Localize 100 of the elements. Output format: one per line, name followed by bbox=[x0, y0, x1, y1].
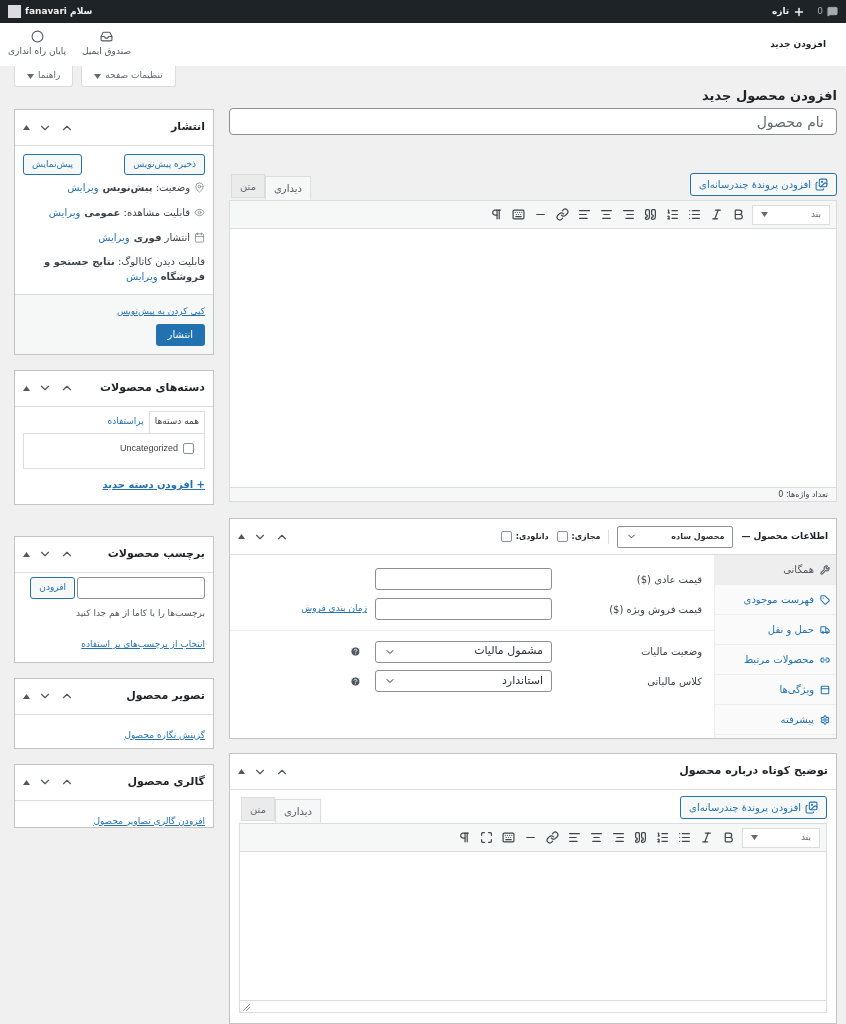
italic-icon[interactable] bbox=[710, 208, 723, 221]
comments-link[interactable]: 0 bbox=[817, 4, 838, 19]
schedule-link[interactable]: زمان بندی فروش bbox=[301, 602, 367, 616]
edit-link[interactable]: ویرایش bbox=[98, 230, 130, 245]
select-field[interactable]: استاندارد bbox=[375, 670, 552, 692]
quote-icon[interactable] bbox=[634, 831, 647, 844]
add-media-button[interactable]: افزودن پروندهٔ چندرسانه‌ای bbox=[680, 796, 827, 819]
header-action[interactable]: پایان راه اندازی bbox=[8, 30, 66, 59]
product-data-tab[interactable]: همگانی bbox=[715, 555, 836, 585]
avatar bbox=[8, 5, 21, 18]
align-right-icon[interactable] bbox=[612, 831, 625, 844]
category-label: Uncategorized bbox=[119, 441, 178, 455]
screen-option-button[interactable]: راهنما bbox=[14, 66, 74, 87]
toolbar-toggle-icon[interactable] bbox=[502, 831, 515, 844]
link-icon[interactable] bbox=[556, 208, 569, 221]
add-category-link[interactable]: + افزودن دسته جدید bbox=[23, 476, 205, 492]
account-link[interactable]: سلام fanavari bbox=[8, 4, 93, 19]
bullet-list-icon[interactable] bbox=[688, 208, 701, 221]
caret-icon bbox=[761, 212, 768, 217]
field-label: قیمت فروش ویژه ($) bbox=[608, 602, 702, 617]
italic-icon[interactable] bbox=[700, 831, 713, 844]
link-icon[interactable] bbox=[546, 831, 559, 844]
new-link[interactable]: تازه bbox=[772, 4, 806, 19]
add-tag-button[interactable]: افزودن bbox=[30, 576, 75, 599]
calendar-icon bbox=[194, 232, 205, 243]
gear-icon bbox=[820, 714, 830, 725]
price-field[interactable] bbox=[375, 598, 552, 620]
fullscreen-icon[interactable] bbox=[480, 831, 493, 844]
pilcrow-icon[interactable] bbox=[490, 208, 503, 221]
screen-option-button[interactable]: تنظیمات صفحه bbox=[81, 66, 176, 87]
toggle-icon[interactable] bbox=[238, 769, 245, 774]
edit-link[interactable]: ویرایش bbox=[67, 180, 99, 195]
caret-icon bbox=[27, 73, 34, 79]
box-title: گالری محصول bbox=[127, 773, 205, 790]
tag-field[interactable] bbox=[77, 576, 205, 599]
pilcrow-icon[interactable] bbox=[458, 831, 471, 844]
help-icon[interactable] bbox=[350, 675, 361, 687]
bullet-list-icon[interactable] bbox=[678, 831, 691, 844]
resize-handle-icon[interactable] bbox=[242, 1003, 250, 1011]
bold-icon[interactable] bbox=[732, 208, 745, 221]
editor-tab[interactable]: متن bbox=[241, 797, 275, 821]
panel-icon bbox=[820, 684, 830, 695]
header-action[interactable]: صندوق ایمیل bbox=[82, 30, 132, 59]
numbered-list-icon[interactable] bbox=[656, 831, 669, 844]
toggle-icon[interactable] bbox=[23, 551, 30, 557]
edit-link[interactable]: ویرایش bbox=[48, 205, 81, 220]
checkbox[interactable] bbox=[183, 442, 194, 454]
toggle-icon[interactable] bbox=[23, 779, 30, 785]
align-left-icon[interactable] bbox=[568, 831, 581, 844]
checkbox[interactable] bbox=[500, 531, 512, 542]
box-title: تصویر محصول bbox=[126, 687, 205, 704]
box-title: اطلاعات محصول — bbox=[741, 529, 828, 544]
wrench-icon bbox=[820, 564, 830, 575]
format-select[interactable]: بند bbox=[742, 827, 820, 848]
align-center-icon[interactable] bbox=[590, 831, 603, 844]
toggle-icon[interactable] bbox=[23, 693, 30, 699]
truck-icon bbox=[820, 624, 830, 635]
quote-icon[interactable] bbox=[644, 208, 657, 221]
preview-button[interactable]: پیش‌نمایش bbox=[23, 154, 83, 175]
toggle-icon[interactable] bbox=[23, 125, 30, 130]
add-media-button[interactable]: افزودن پروندهٔ چندرسانه‌ای bbox=[690, 173, 837, 196]
media-icon bbox=[815, 178, 828, 191]
publish-info: انتشار فوری bbox=[133, 231, 190, 245]
price-field[interactable] bbox=[375, 568, 552, 590]
editor-tab[interactable]: متن bbox=[231, 174, 265, 198]
toolbar-toggle-icon[interactable] bbox=[512, 208, 525, 221]
category-tab[interactable]: پراستفاده bbox=[102, 410, 149, 433]
product-data-tab[interactable]: ویژگی‌ها bbox=[715, 675, 836, 705]
copy-to-draft-link[interactable]: کپی کردن به پیش‌نویس bbox=[23, 305, 205, 319]
align-right-icon[interactable] bbox=[622, 208, 635, 221]
box-title: دسته‌های محصولات bbox=[100, 379, 205, 396]
edit-link[interactable]: ویرایش bbox=[126, 271, 158, 282]
select-field[interactable]: مشمول مالیات bbox=[375, 640, 552, 663]
product-data-tab[interactable]: محصولات مرتبط bbox=[715, 645, 836, 675]
circle-icon bbox=[30, 30, 44, 44]
product-data-tab[interactable]: حمل و نقل bbox=[715, 615, 836, 645]
help-icon[interactable] bbox=[350, 646, 361, 657]
add-gallery-link[interactable]: افزودن گالری تصاویر محصول bbox=[93, 815, 205, 826]
bold-icon[interactable] bbox=[722, 831, 735, 844]
product-name-field[interactable]: نام محصول bbox=[229, 108, 837, 135]
product-data-tab[interactable]: پیشرفته bbox=[715, 705, 836, 735]
align-left-icon[interactable] bbox=[578, 208, 591, 221]
set-image-link[interactable]: گزینش نگاره محصول bbox=[124, 729, 205, 740]
field-label: قیمت عادی ($) bbox=[635, 572, 702, 587]
save-draft-button[interactable]: ذخیره پیش‌نویس bbox=[124, 154, 205, 175]
page-title: افزودن محصول جدید bbox=[701, 87, 837, 105]
product-data-tab[interactable]: فهرست موجودی bbox=[715, 585, 836, 615]
align-center-icon[interactable] bbox=[600, 208, 613, 221]
category-tab[interactable]: همه دسته‌ها bbox=[148, 410, 205, 433]
publish-button[interactable]: انتشار bbox=[155, 323, 205, 346]
comment-icon bbox=[827, 6, 838, 17]
toggle-icon[interactable] bbox=[23, 385, 30, 391]
format-select[interactable]: بند bbox=[752, 204, 830, 225]
popular-tags-link[interactable]: انتخاب از برچسب‌های پر استفاده bbox=[23, 638, 205, 652]
editor-tab[interactable]: دیداری bbox=[265, 176, 311, 200]
product-type-select[interactable]: محصول ساده bbox=[617, 525, 734, 548]
checkbox[interactable] bbox=[556, 531, 568, 542]
numbered-list-icon[interactable] bbox=[666, 208, 679, 221]
editor-tab[interactable]: دیداری bbox=[275, 799, 321, 823]
toggle-icon[interactable] bbox=[238, 534, 245, 539]
